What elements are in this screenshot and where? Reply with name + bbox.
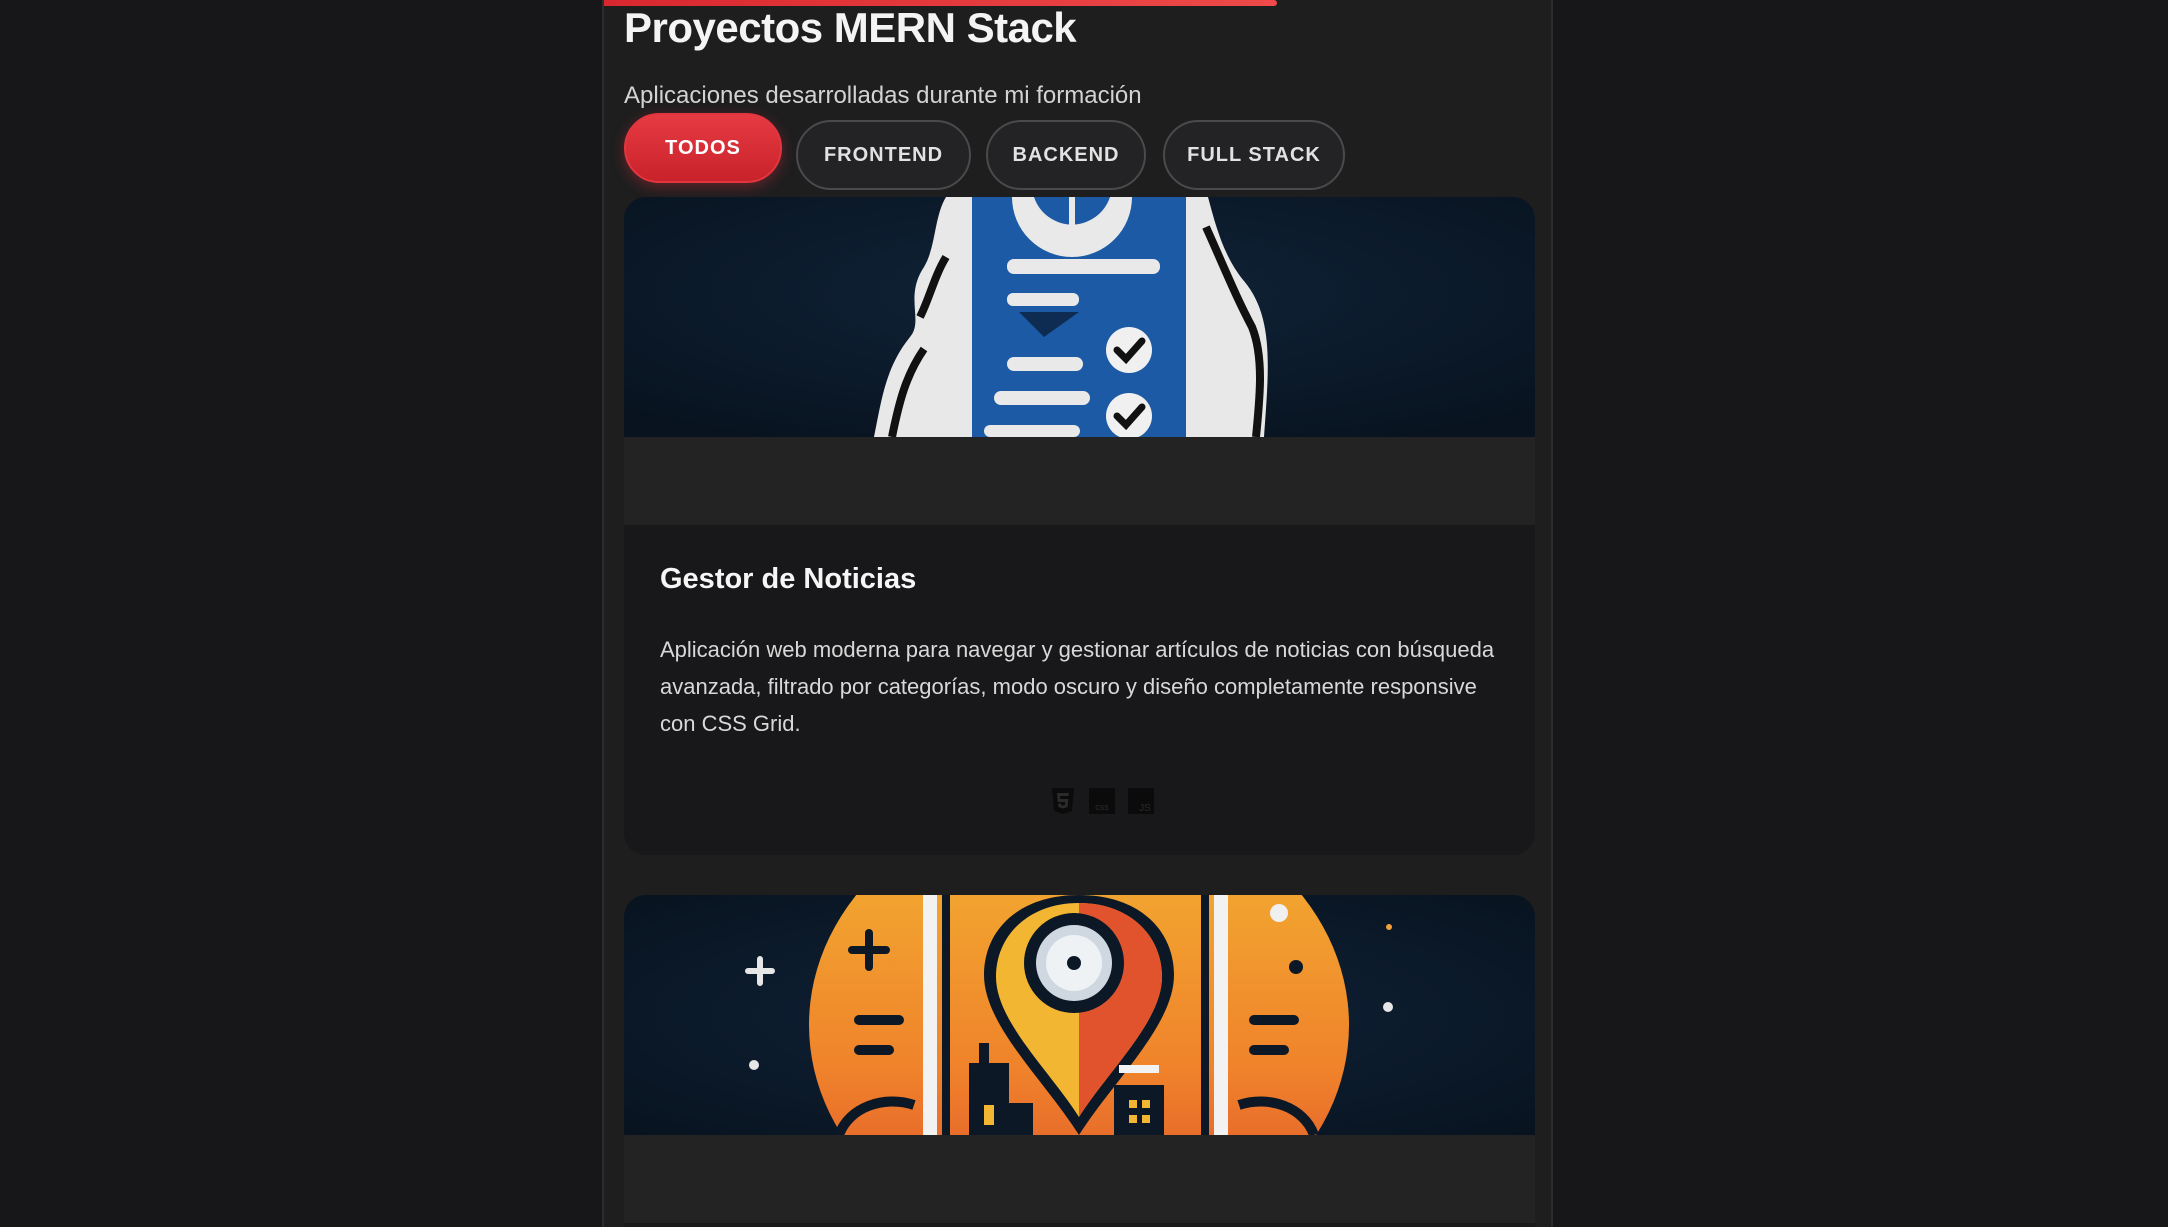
image-spacer xyxy=(624,1135,1535,1223)
location-app-illustration xyxy=(624,895,1535,1135)
project-description: Aplicación web moderna para navegar y ge… xyxy=(660,637,1495,736)
project-card[interactable]: Gestor de Noticias Aplicación web modern… xyxy=(624,197,1535,855)
page-subtitle: Aplicaciones desarrolladas durante mi fo… xyxy=(624,82,1142,109)
filter-fullstack-button[interactable]: FULL STACK xyxy=(1163,120,1345,190)
svg-text:JS: JS xyxy=(1139,803,1151,814)
page-title: Proyectos MERN Stack xyxy=(624,4,1077,51)
news-app-illustration xyxy=(624,197,1535,437)
javascript-icon: JS xyxy=(1128,788,1154,814)
filter-frontend-button[interactable]: FRONTEND xyxy=(796,120,971,190)
project-card-body: Gestor de Noticias Aplicación web modern… xyxy=(624,525,1535,855)
svg-text:css: css xyxy=(1095,802,1109,812)
projects-panel: Proyectos MERN Stack Aplicaciones desarr… xyxy=(602,0,1553,1227)
image-spacer xyxy=(624,437,1535,525)
project-title: Gestor de Noticias xyxy=(660,563,917,595)
project-image-location[interactable] xyxy=(624,895,1535,1135)
filter-todos-button[interactable]: TODOS xyxy=(624,113,782,183)
project-image-news[interactable] xyxy=(624,197,1535,437)
filter-backend-button[interactable]: BACKEND xyxy=(986,120,1146,190)
tech-stack-icons: css JS xyxy=(1049,787,1155,815)
project-card[interactable] xyxy=(624,895,1535,1227)
css3-icon: css xyxy=(1089,788,1115,814)
html5-icon xyxy=(1052,788,1074,814)
